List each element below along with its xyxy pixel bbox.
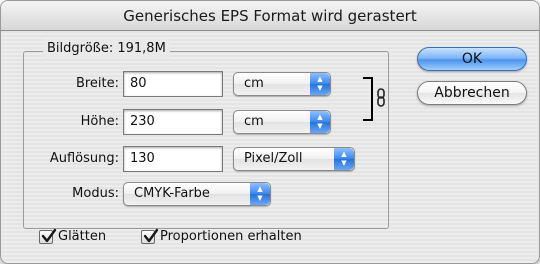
resolution-unit-value: Pixel/Zoll xyxy=(244,151,303,166)
height-unit-select[interactable]: cm ▲ ▼ xyxy=(233,110,331,134)
width-unit-value: cm xyxy=(244,76,264,91)
updown-arrows-icon: ▲ ▼ xyxy=(310,73,330,95)
mode-label: Modus: xyxy=(72,186,119,201)
updown-arrows-icon: ▲ ▼ xyxy=(334,148,354,170)
mode-value: CMYK-Farbe xyxy=(134,186,210,201)
cancel-button[interactable]: Abbrechen xyxy=(417,81,527,105)
updown-arrows-icon: ▲ ▼ xyxy=(250,183,270,205)
height-unit-value: cm xyxy=(244,114,264,129)
antialias-checkbox[interactable] xyxy=(39,228,57,244)
dialog-title: Generisches EPS Format wird gerastert xyxy=(1,1,539,31)
width-label: Breite: xyxy=(75,76,119,91)
ok-button[interactable]: OK xyxy=(417,47,527,71)
rasterize-dialog: Generisches EPS Format wird gerastert Bi… xyxy=(0,0,540,264)
height-input[interactable]: 230 xyxy=(123,109,223,135)
chain-link-icon xyxy=(376,88,386,108)
resolution-input[interactable]: 130 xyxy=(123,146,223,172)
width-input[interactable]: 80 xyxy=(123,71,223,97)
checkmark-icon xyxy=(41,228,57,243)
antialias-label[interactable]: Glätten xyxy=(58,227,106,247)
checkmark-icon xyxy=(143,228,159,243)
proportion-link-bracket xyxy=(363,77,373,121)
height-label: Höhe: xyxy=(80,114,119,129)
resolution-unit-select[interactable]: Pixel/Zoll ▲ ▼ xyxy=(233,147,355,171)
resolution-label: Auflösung: xyxy=(49,151,119,166)
constrain-proportions-checkbox[interactable] xyxy=(141,228,159,244)
mode-select[interactable]: CMYK-Farbe ▲ ▼ xyxy=(123,182,271,206)
constrain-proportions-label[interactable]: Proportionen erhalten xyxy=(160,227,302,247)
image-size-legend: Bildgröße: 191,8M xyxy=(43,39,170,59)
updown-arrows-icon: ▲ ▼ xyxy=(310,111,330,133)
width-unit-select[interactable]: cm ▲ ▼ xyxy=(233,72,331,96)
